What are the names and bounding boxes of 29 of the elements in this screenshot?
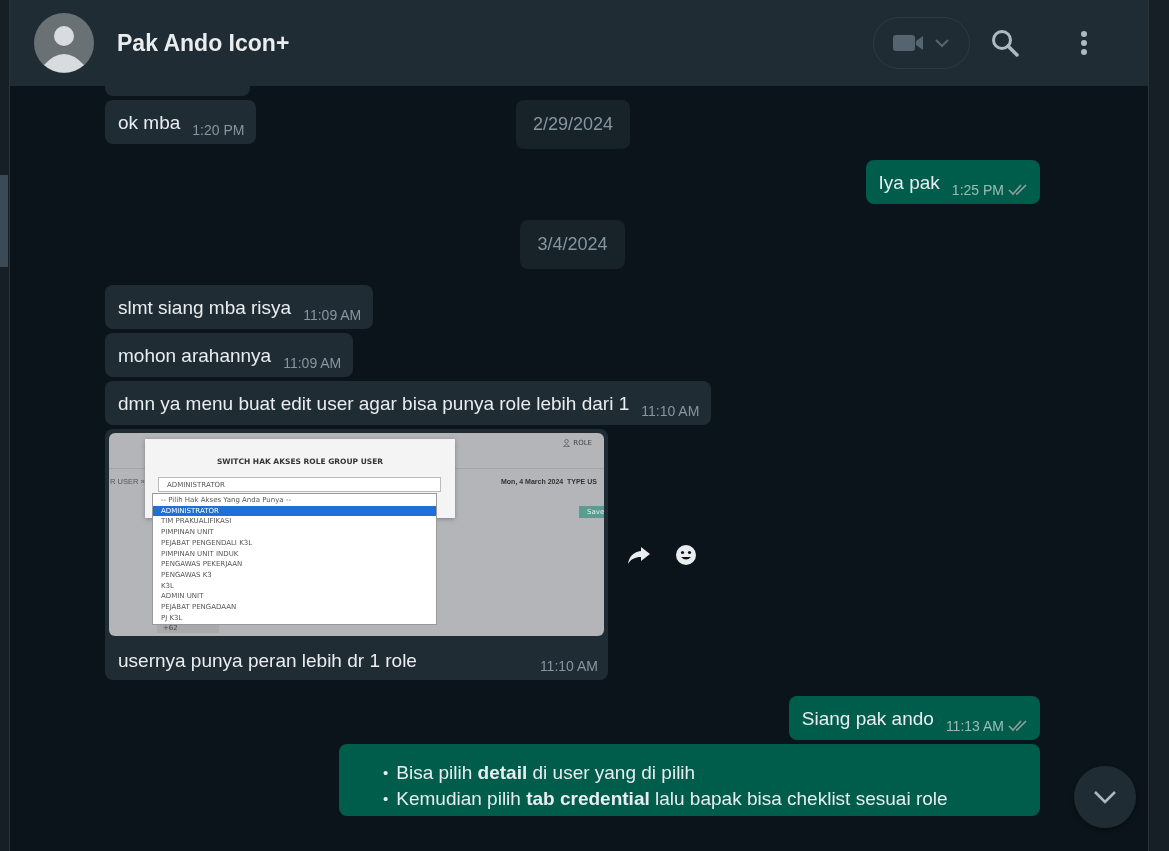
message-time: 11:10 AM: [641, 403, 700, 419]
menu-icon[interactable]: [1080, 30, 1088, 56]
image-caption: usernya punya peran lebih dr 1 role: [118, 649, 417, 673]
message-text: Siang pak ando: [801, 707, 934, 731]
message-text: Iya pak: [878, 171, 940, 195]
message-text: ok mba: [118, 111, 181, 135]
scrollbar-thumb[interactable]: [0, 175, 8, 267]
user-icon: [563, 439, 570, 447]
message-time: 11:13 AM: [945, 718, 1004, 734]
avatar-icon[interactable]: [34, 13, 94, 73]
bullet-text: •: [383, 789, 389, 809]
message-time: 11:09 AM: [303, 307, 362, 323]
search-icon[interactable]: [990, 28, 1020, 58]
message-text: dmn ya menu buat edit user agar bisa punya role lebih dari 1: [118, 392, 630, 416]
contact-name[interactable]: Pak Ando Icon+: [117, 29, 290, 57]
chevron-down-icon: [1093, 790, 1117, 804]
bullet-text: •: [383, 763, 389, 783]
message-time: 11:10 AM: [539, 658, 598, 674]
message-time: 1:20 PM: [192, 122, 245, 138]
message-text: slmt siang mba risya: [118, 296, 292, 320]
video-call-button[interactable]: [873, 17, 970, 69]
message-time: 11:09 AM: [283, 355, 342, 371]
message-text: Bisa pilih detail di user yang di pilih: [396, 761, 696, 785]
screenshot-image[interactable]: [109, 433, 604, 636]
date-chip: 2/29/2024: [516, 100, 631, 149]
message-text: mohon arahannya: [118, 344, 272, 368]
message-text: Kemudian pilih tab credential lalu bapak bisa cheklist sesuai role: [396, 787, 948, 811]
date-chip: 3/4/2024: [520, 220, 625, 269]
message-time: 1:25 PM: [951, 182, 1004, 198]
